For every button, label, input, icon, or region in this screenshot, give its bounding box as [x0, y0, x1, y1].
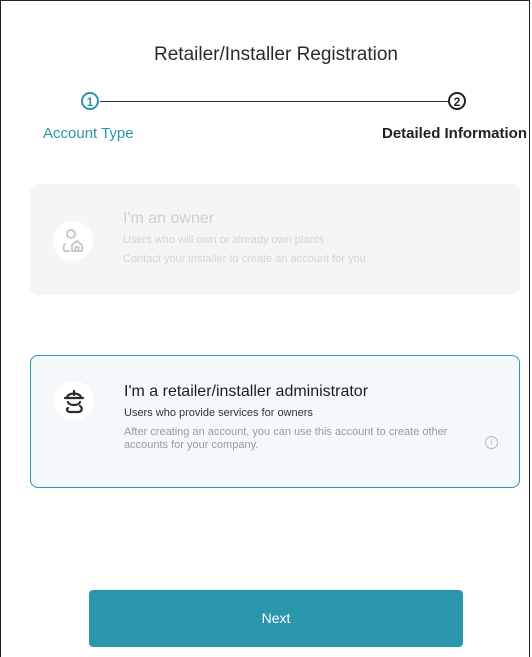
retailer-installer-account-type-card[interactable]: I'm a retailer/installer administrator U… [30, 355, 520, 488]
owner-card-note: Contact your installer to create an acco… [123, 253, 366, 265]
next-button[interactable]: Next [89, 590, 463, 647]
retailer-card-description: Users who provide services for owners [124, 407, 313, 419]
owner-card-description: Users who will own or already own plants [123, 234, 325, 246]
retailer-card-text: I'm a retailer/installer administrator U… [124, 383, 479, 452]
owner-card-title: I'm an owner [123, 210, 215, 227]
owner-account-type-card[interactable]: I'm an owner Users who will own or alrea… [30, 184, 520, 295]
owner-card-text: I'm an owner Users who will own or alrea… [123, 210, 480, 266]
page-title: Retailer/Installer Registration [154, 44, 398, 65]
step-1-label: Account Type [43, 125, 134, 142]
step-2-label: Detailed Information [382, 125, 528, 142]
installer-helmet-icon [54, 381, 94, 421]
step-2-indicator: 2 [448, 92, 466, 110]
info-icon[interactable]: i [485, 436, 498, 449]
registration-panel: Retailer/Installer Registration 1 2 Acco… [0, 0, 530, 657]
retailer-card-note: After creating an account, you can use t… [124, 426, 448, 451]
step-1-indicator: 1 [81, 92, 99, 110]
retailer-card-title: I'm a retailer/installer administrator [124, 383, 369, 400]
owner-house-icon [53, 221, 93, 261]
stepper-connector [100, 101, 448, 102]
